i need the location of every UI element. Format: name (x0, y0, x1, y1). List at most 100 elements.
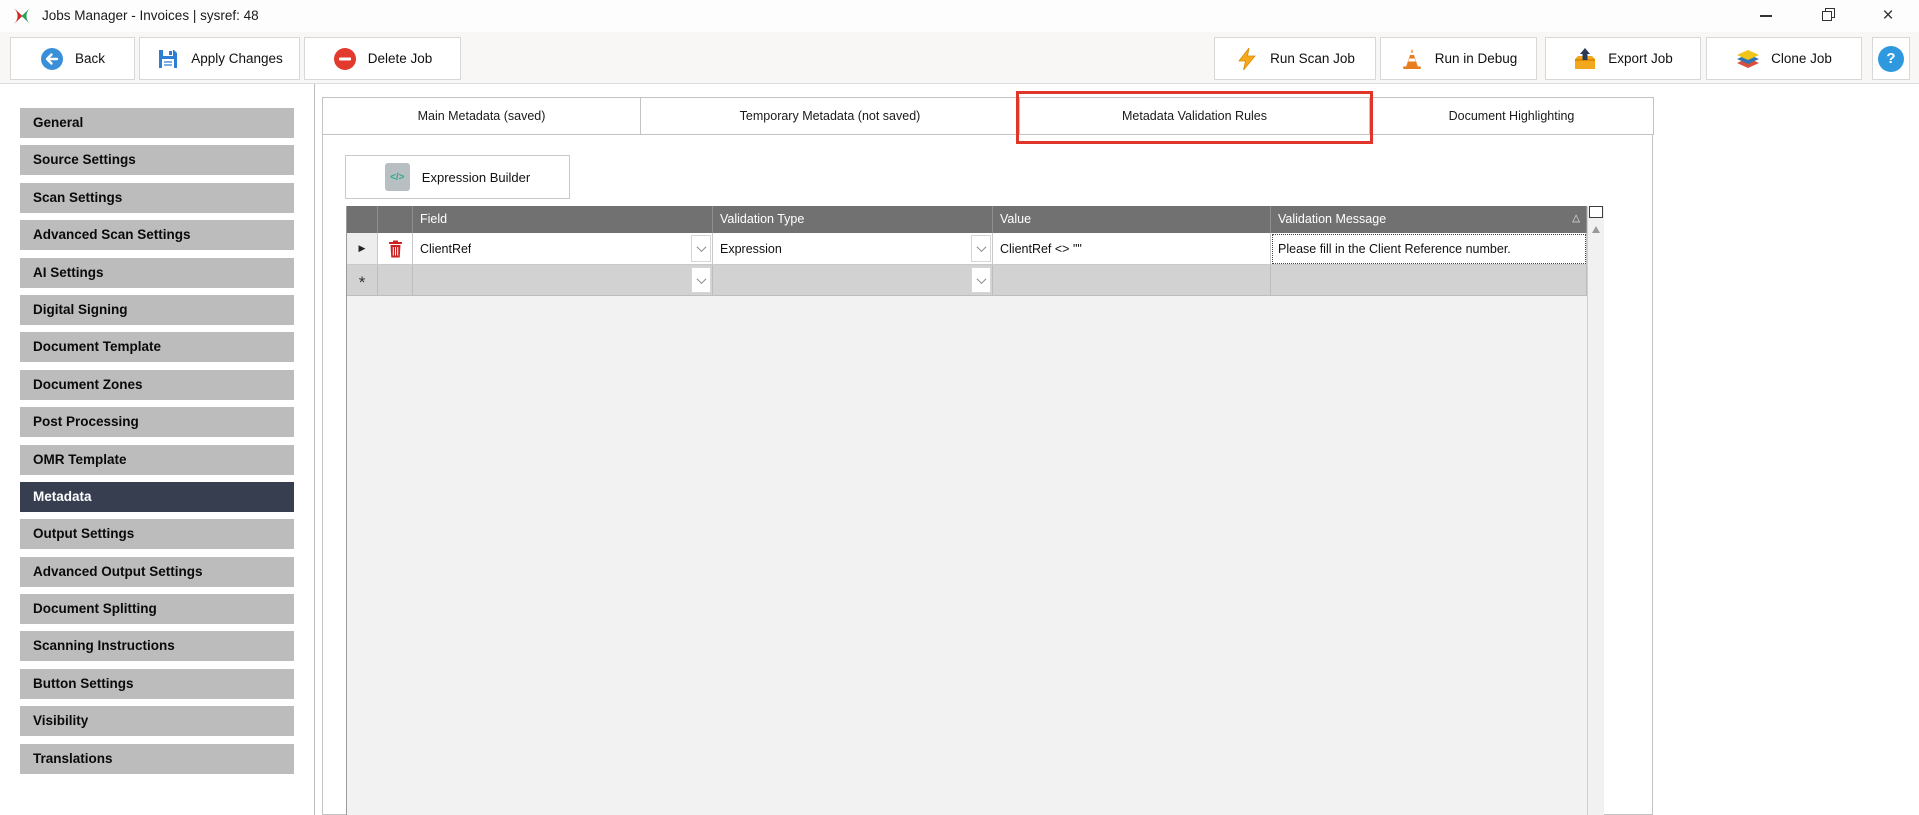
field-dropdown-button[interactable] (691, 267, 711, 293)
validation-type-dropdown-button[interactable] (971, 267, 991, 293)
tab-temporary-metadata[interactable]: Temporary Metadata (not saved) (640, 97, 1020, 135)
restore-button[interactable] (1799, 0, 1855, 32)
window-title: Jobs Manager - Invoices | sysref: 48 (42, 0, 259, 32)
field-dropdown-button[interactable] (691, 235, 711, 262)
sidebar-item-translations[interactable]: Translations (20, 744, 294, 774)
title-bar: Jobs Manager - Invoices | sysref: 48 × (0, 0, 1919, 32)
new-row[interactable]: * (347, 265, 1604, 296)
tab-metadata-validation-rules[interactable]: Metadata Validation Rules (1019, 97, 1370, 135)
value-cell[interactable]: ClientRef <> "" (993, 233, 1271, 265)
header-validation-message[interactable]: Validation Message △ (1271, 206, 1587, 233)
new-row-star-icon: * (359, 278, 366, 288)
trash-icon (388, 240, 403, 258)
expression-builder-label: Expression Builder (422, 170, 530, 185)
expression-builder-button[interactable]: </> Expression Builder (345, 155, 570, 199)
sidebar-item-omr-template[interactable]: OMR Template (20, 445, 294, 475)
toolbar: Back Apply Changes Delete Job Run Scan J… (0, 32, 1919, 84)
validation-message-cell[interactable]: Please fill in the Client Reference numb… (1271, 233, 1587, 265)
sidebar-item-digital-signing[interactable]: Digital Signing (20, 295, 294, 325)
minimize-icon (1760, 15, 1772, 17)
value-text: ClientRef <> "" (993, 242, 1082, 256)
new-row-marker: * (347, 265, 378, 296)
sidebar-item-scan-settings[interactable]: Scan Settings (20, 183, 294, 213)
clone-job-label: Clone Job (1771, 51, 1832, 66)
header-row-marker (347, 206, 378, 233)
save-icon (156, 47, 180, 71)
clone-job-button[interactable]: Clone Job (1706, 37, 1862, 80)
validation-rules-grid: Field Validation Type Value Validation M… (346, 206, 1604, 815)
run-in-debug-label: Run in Debug (1435, 51, 1518, 66)
sidebar-item-scanning-instructions[interactable]: Scanning Instructions (20, 631, 294, 661)
export-box-icon (1573, 47, 1597, 71)
sidebar-item-button-settings[interactable]: Button Settings (20, 669, 294, 699)
run-scan-job-label: Run Scan Job (1270, 51, 1355, 66)
table-row: ▶ ClientRef Expression ClientRef <> "" P… (347, 233, 1604, 265)
header-delete-column (378, 206, 413, 233)
sidebar-item-advanced-scan-settings[interactable]: Advanced Scan Settings (20, 220, 294, 250)
delete-job-label: Delete Job (368, 51, 433, 66)
validation-type-cell[interactable]: Expression (713, 233, 993, 265)
header-validation-type[interactable]: Validation Type (713, 206, 993, 233)
delete-row-cell[interactable] (378, 233, 413, 265)
delete-job-button[interactable]: Delete Job (304, 37, 461, 80)
new-row-value-cell[interactable] (993, 265, 1271, 296)
lightning-icon (1235, 47, 1259, 71)
tab-document-highlighting[interactable]: Document Highlighting (1369, 97, 1654, 135)
chevron-down-icon (976, 242, 986, 252)
new-row-validation-message-cell[interactable] (1271, 265, 1587, 296)
scrollbar-thumb[interactable] (1589, 206, 1603, 218)
traffic-cone-icon (1400, 47, 1424, 71)
new-row-validation-type-cell[interactable] (713, 265, 993, 296)
delete-icon (333, 47, 357, 71)
sidebar-item-visibility[interactable]: Visibility (20, 706, 294, 736)
sidebar-item-ai-settings[interactable]: AI Settings (20, 258, 294, 288)
grid-header-row: Field Validation Type Value Validation M… (347, 206, 1604, 233)
chevron-down-icon (696, 242, 706, 252)
code-file-icon: </> (385, 163, 410, 191)
sidebar-item-output-settings[interactable]: Output Settings (20, 519, 294, 549)
sidebar-item-general[interactable]: General (20, 108, 294, 138)
back-button[interactable]: Back (10, 37, 135, 80)
help-icon: ? (1878, 46, 1904, 72)
sidebar-item-document-template[interactable]: Document Template (20, 332, 294, 362)
minimize-button[interactable] (1738, 0, 1794, 32)
run-scan-job-button[interactable]: Run Scan Job (1214, 37, 1376, 80)
back-icon (40, 47, 64, 71)
back-label: Back (75, 51, 105, 66)
sidebar-item-document-splitting[interactable]: Document Splitting (20, 594, 294, 624)
apply-changes-button[interactable]: Apply Changes (139, 37, 300, 80)
new-row-delete-cell (378, 265, 413, 296)
close-button[interactable]: × (1860, 0, 1916, 32)
sidebar-item-post-processing[interactable]: Post Processing (20, 407, 294, 437)
sidebar-item-source-settings[interactable]: Source Settings (20, 145, 294, 175)
sidebar-item-advanced-output-settings[interactable]: Advanced Output Settings (20, 557, 294, 587)
app-logo-icon (12, 6, 32, 26)
header-value[interactable]: Value (993, 206, 1271, 233)
tab-main-metadata[interactable]: Main Metadata (saved) (322, 97, 641, 135)
apply-changes-label: Apply Changes (191, 51, 283, 66)
clone-layers-icon (1736, 47, 1760, 71)
field-cell[interactable]: ClientRef (413, 233, 713, 265)
vertical-scrollbar[interactable] (1587, 206, 1604, 815)
sort-indicator-icon: △ (1572, 206, 1580, 232)
field-value: ClientRef (413, 242, 471, 256)
validation-type-value: Expression (713, 242, 782, 256)
sidebar: General Source Settings Scan Settings Ad… (0, 84, 315, 815)
validation-type-dropdown-button[interactable] (971, 235, 991, 262)
header-field[interactable]: Field (413, 206, 713, 233)
export-job-label: Export Job (1608, 51, 1673, 66)
sidebar-item-metadata[interactable]: Metadata (20, 482, 294, 512)
row-arrow-icon: ▶ (359, 243, 366, 254)
chevron-down-icon (696, 274, 706, 284)
new-row-field-cell[interactable] (413, 265, 713, 296)
sidebar-item-document-zones[interactable]: Document Zones (20, 370, 294, 400)
restore-icon (1822, 11, 1833, 22)
validation-message-text: Please fill in the Client Reference numb… (1271, 242, 1511, 256)
help-button[interactable]: ? (1872, 37, 1910, 80)
export-job-button[interactable]: Export Job (1545, 37, 1701, 80)
run-in-debug-button[interactable]: Run in Debug (1380, 37, 1537, 80)
current-row-marker: ▶ (347, 233, 378, 265)
header-validation-message-label: Validation Message (1278, 212, 1386, 226)
scroll-up-icon[interactable] (1592, 226, 1600, 233)
chevron-down-icon (976, 274, 986, 284)
